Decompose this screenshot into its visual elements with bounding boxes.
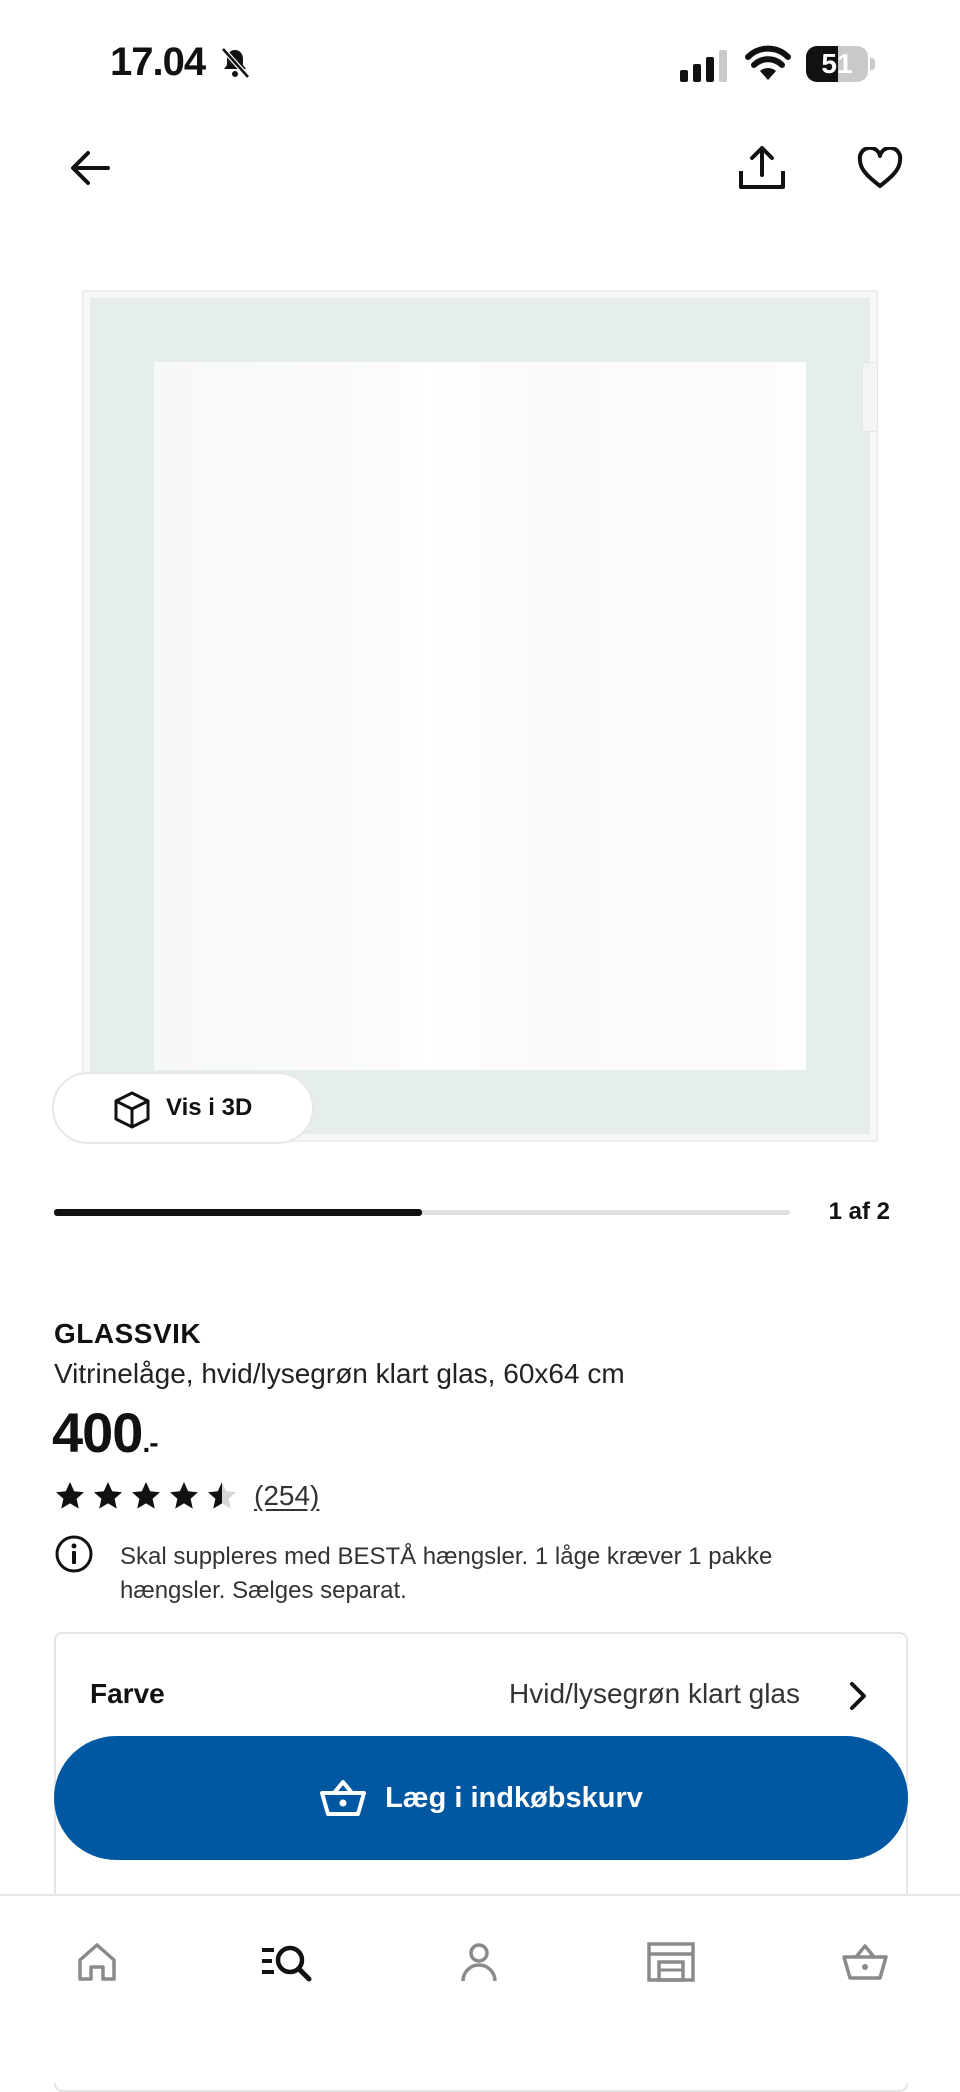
basket-icon	[842, 1944, 888, 1980]
share-button[interactable]	[732, 138, 792, 198]
wifi-icon	[745, 45, 791, 80]
back-button[interactable]	[60, 138, 120, 198]
star-icon	[132, 1482, 160, 1509]
status-time: 17.04	[110, 40, 206, 84]
nav-profile[interactable]	[444, 1932, 514, 1992]
heart-icon	[857, 147, 903, 188]
add-to-cart-label: Læg i indkøbskurv	[385, 1781, 643, 1814]
store-icon	[647, 1942, 695, 1982]
favorite-button[interactable]	[850, 138, 910, 198]
page-indicator: 1 af 2	[828, 1198, 890, 1225]
nav-search[interactable]	[252, 1932, 322, 1992]
glass-panel	[154, 362, 806, 1070]
basket-icon	[320, 1780, 367, 1816]
carousel-progress-fill	[54, 1209, 422, 1216]
product-image[interactable]	[82, 290, 878, 1142]
product-price: 400.-	[52, 1400, 159, 1465]
cube-3d-icon	[114, 1091, 150, 1129]
rating-stars[interactable]	[54, 1480, 238, 1512]
price-value: 400	[52, 1401, 143, 1464]
search-icon	[262, 1945, 312, 1982]
door-frame	[90, 298, 870, 1134]
hinge	[862, 362, 878, 432]
color-option-label[interactable]: Farve	[90, 1678, 165, 1710]
add-to-cart-button[interactable]: Læg i indkøbskurv	[54, 1736, 908, 1860]
battery-indicator: 51	[806, 46, 876, 84]
product-description: Vitrinelåge, hvid/lysegrøn klart glas, 6…	[54, 1358, 625, 1389]
bell-muted-icon	[221, 47, 250, 79]
star-icon	[208, 1482, 236, 1509]
share-icon	[739, 146, 785, 189]
home-icon	[78, 1943, 116, 1981]
notice-text: Skal suppleres med BESTÅ hængsler. 1 låg…	[120, 1543, 773, 1604]
chevron-right-icon[interactable]	[840, 1678, 876, 1714]
color-option-value[interactable]: Hvid/lysegrøn klart glas	[400, 1678, 800, 1710]
view-in-3d-label: Vis i 3D	[166, 1094, 253, 1121]
star-icon	[94, 1482, 122, 1509]
view-in-3d-button[interactable]: Vis i 3D	[52, 1072, 314, 1144]
price-suffix: .-	[142, 1427, 158, 1458]
arrow-left-icon	[71, 151, 110, 185]
star-icon	[56, 1482, 84, 1509]
carousel-progress	[54, 1209, 790, 1216]
person-icon	[461, 1943, 497, 1982]
signal-icon	[680, 50, 727, 82]
nav-cart[interactable]	[830, 1932, 900, 1992]
nav-store[interactable]	[636, 1932, 706, 1992]
star-icon	[170, 1482, 198, 1509]
nav-home[interactable]	[62, 1932, 132, 1992]
reviews-link[interactable]: (254)	[254, 1480, 319, 1512]
product-brand: GLASSVIK	[54, 1318, 202, 1349]
battery-percentage: 51	[821, 48, 853, 79]
info-icon	[55, 1535, 93, 1573]
bottom-nav	[0, 1894, 960, 2083]
